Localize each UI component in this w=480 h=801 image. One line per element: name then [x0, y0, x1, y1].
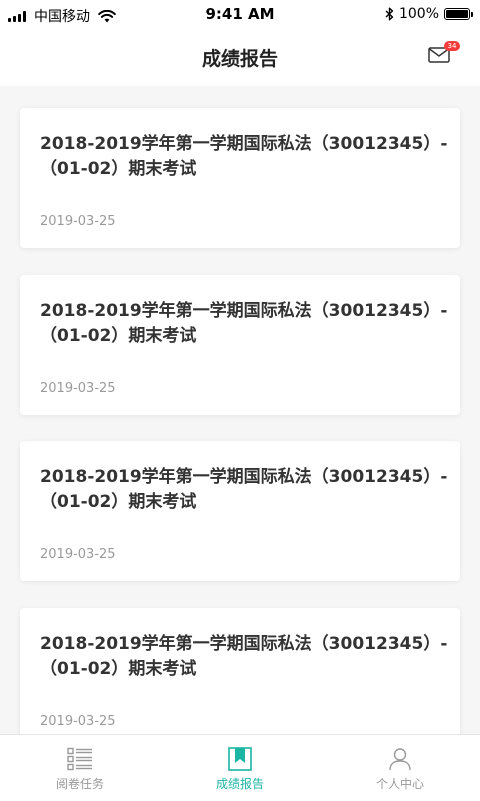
battery-icon — [444, 8, 473, 20]
status-right: 100% — [385, 6, 473, 22]
tab-label: 个人中心 — [375, 777, 424, 791]
report-title: 2018-2019学年第一学期国际私法（30012345）-（01-02）期末考… — [40, 467, 448, 512]
nav-bar: 成绩报告 34 — [0, 30, 480, 86]
report-date: 2019-03-25 — [40, 381, 116, 396]
tab-score-report[interactable]: 成绩报告 — [160, 735, 320, 801]
report-title: 2018-2019学年第一学期国际私法（30012345）-（01-02）期末考… — [40, 134, 448, 179]
mail-badge: 34 — [444, 41, 460, 51]
tab-bar: 阅卷任务 成绩报告 个人中心 — [0, 734, 480, 801]
user-icon — [389, 748, 411, 771]
page-title: 成绩报告 — [201, 48, 278, 70]
bookmark-icon — [228, 747, 252, 771]
battery-percent: 100% — [398, 6, 439, 22]
list-icon — [67, 747, 92, 771]
tab-grading-tasks[interactable]: 阅卷任务 — [0, 735, 160, 801]
report-title: 2018-2019学年第一学期国际私法（30012345）-（01-02）期末考… — [40, 634, 448, 679]
report-card[interactable]: 2018-2019学年第一学期国际私法（30012345）-（01-02）期末考… — [20, 608, 460, 734]
tab-label: 阅卷任务 — [55, 777, 104, 791]
bluetooth-icon — [385, 7, 394, 21]
report-date: 2019-03-25 — [40, 547, 116, 562]
report-card[interactable]: 2018-2019学年第一学期国际私法（30012345）-（01-02）期末考… — [20, 441, 460, 581]
report-date: 2019-03-25 — [40, 214, 116, 229]
report-list[interactable]: 2018-2019学年第一学期国际私法（30012345）-（01-02）期末考… — [0, 86, 480, 734]
status-bar: 中国移动 9:41 AM 100% — [0, 0, 480, 30]
tab-personal-center[interactable]: 个人中心 — [320, 735, 480, 801]
report-date: 2019-03-25 — [40, 714, 116, 729]
report-title: 2018-2019学年第一学期国际私法（30012345）-（01-02）期末考… — [40, 301, 448, 346]
tab-label: 成绩报告 — [215, 777, 264, 791]
report-card[interactable]: 2018-2019学年第一学期国际私法（30012345）-（01-02）期末考… — [20, 108, 460, 248]
report-card[interactable]: 2018-2019学年第一学期国际私法（30012345）-（01-02）期末考… — [20, 275, 460, 415]
mail-button[interactable]: 34 — [428, 41, 460, 64]
